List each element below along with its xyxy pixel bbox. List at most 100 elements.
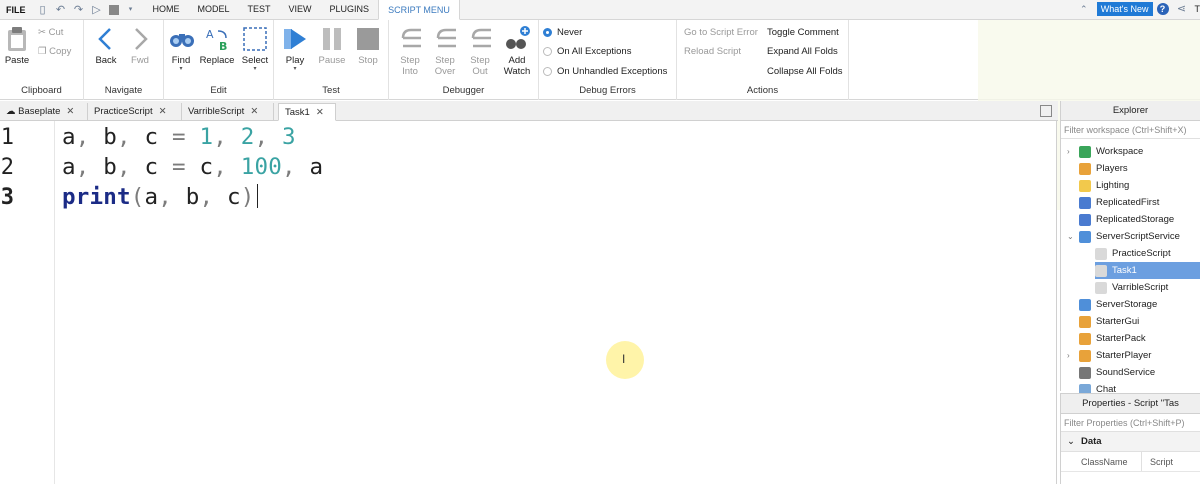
- menu-tab-script-menu[interactable]: SCRIPT MENU: [378, 0, 460, 20]
- add-watch-binoculars-icon: [504, 26, 530, 52]
- tab-label: Baseplate: [18, 106, 61, 117]
- menu-bar: FILE ▯ ↶ ↷ ▷ ▾ HOME MODEL TEST VIEW PLUGINS S…: [0, 0, 1200, 20]
- radio-never[interactable]: [543, 28, 552, 37]
- add-watch-label-2: Watch: [503, 66, 531, 77]
- new-file-icon[interactable]: ▯: [37, 4, 49, 16]
- add-watch-button[interactable]: Add Watch: [501, 26, 533, 77]
- explorer-item-startergui[interactable]: StarterGui: [1067, 313, 1200, 330]
- file-menu[interactable]: FILE: [0, 5, 34, 15]
- replace-label: Replace: [199, 55, 235, 66]
- tab-baseplate[interactable]: ☁ Baseplate ✕: [0, 103, 88, 121]
- collapse-ribbon-icon[interactable]: ⌃: [1078, 3, 1090, 15]
- clipboard-group: Paste ✂ Cut ❐ Copy Clipboard: [0, 20, 84, 100]
- back-button[interactable]: Back: [92, 26, 120, 66]
- explorer-item-serverstorage[interactable]: ServerStorage: [1067, 296, 1200, 313]
- explorer-item-workspace[interactable]: › Workspace: [1067, 143, 1200, 160]
- pause-button[interactable]: Pause: [317, 26, 347, 66]
- menu-tab-view[interactable]: VIEW: [280, 0, 321, 19]
- step-into-label-1: Step: [400, 55, 420, 66]
- explorer-item-serverscriptservice[interactable]: ⌄ ServerScriptService: [1067, 228, 1200, 245]
- explorer-item-label: Lighting: [1096, 180, 1130, 191]
- replicated-first-icon: [1079, 196, 1091, 209]
- code-token: c: [226, 184, 241, 210]
- step-into-button[interactable]: Step Into: [395, 26, 425, 77]
- copy-button[interactable]: ❐ Copy: [38, 46, 71, 57]
- tab-overflow-icon[interactable]: [1040, 105, 1052, 117]
- collapse-all-folds-button[interactable]: Collapse All Folds: [767, 66, 843, 77]
- menu-tab-home[interactable]: HOME: [144, 0, 189, 19]
- play-settings-icon[interactable]: ▷: [91, 4, 103, 16]
- tab-varriblescript[interactable]: VarribleScript ✕: [182, 103, 274, 121]
- cut-button[interactable]: ✂ Cut: [38, 27, 63, 38]
- chevron-down-icon[interactable]: ⌄: [1067, 228, 1079, 245]
- play-button[interactable]: Play ▾: [280, 26, 310, 72]
- user-name[interactable]: T: [1195, 4, 1200, 14]
- explorer-item-label: SoundService: [1096, 367, 1156, 378]
- menu-right: ⌃ What's New ? ⋖ T: [1075, 2, 1200, 16]
- explorer-item-players[interactable]: Players: [1067, 160, 1200, 177]
- tab-practicescript[interactable]: PracticeScript ✕: [88, 103, 182, 121]
- pause-icon: [319, 26, 345, 52]
- svg-text:B: B: [219, 40, 227, 52]
- menu-tab-plugins[interactable]: PLUGINS: [321, 0, 379, 19]
- properties-section-data[interactable]: ⌄ Data: [1061, 432, 1200, 452]
- close-icon[interactable]: ✕: [250, 106, 258, 117]
- radio-on-all-exceptions[interactable]: [543, 47, 552, 56]
- toggle-comment-button[interactable]: Toggle Comment: [767, 27, 839, 38]
- stop-button[interactable]: Stop: [353, 26, 383, 66]
- never-option[interactable]: Never: [543, 27, 582, 38]
- on-all-exceptions-option[interactable]: On All Exceptions: [543, 46, 631, 57]
- explorer-item-soundservice[interactable]: SoundService: [1067, 364, 1200, 381]
- chevron-right-icon[interactable]: ›: [1067, 143, 1079, 160]
- fwd-button[interactable]: Fwd: [126, 26, 154, 66]
- reload-script-button[interactable]: Reload Script: [684, 46, 741, 57]
- undo-icon[interactable]: ↶: [55, 4, 67, 16]
- menu-tab-model[interactable]: MODEL: [189, 0, 239, 19]
- explorer-item-practicescript[interactable]: PracticeScript: [1095, 245, 1200, 262]
- share-icon[interactable]: ⋖: [1176, 3, 1188, 15]
- explorer-item-replicatedfirst[interactable]: ReplicatedFirst: [1067, 194, 1200, 211]
- replace-button[interactable]: AB Replace: [199, 26, 235, 66]
- script-icon: [1095, 247, 1107, 260]
- explorer-item-label: ReplicatedStorage: [1096, 214, 1175, 225]
- explorer-item-replicatedstorage[interactable]: ReplicatedStorage: [1067, 211, 1200, 228]
- expand-all-folds-button[interactable]: Expand All Folds: [767, 46, 838, 57]
- property-row[interactable]: ClassName Script: [1061, 452, 1200, 472]
- close-icon[interactable]: ✕: [159, 106, 167, 117]
- menu-tab-test[interactable]: TEST: [239, 0, 280, 19]
- step-over-button[interactable]: Step Over: [430, 26, 460, 77]
- chevron-right-icon[interactable]: ›: [1067, 347, 1079, 364]
- explorer-item-lighting[interactable]: Lighting: [1067, 177, 1200, 194]
- whats-new-button[interactable]: What's New: [1096, 2, 1153, 16]
- code-line[interactable]: a, b, c = 1, 2, 3: [62, 124, 296, 150]
- tab-task1[interactable]: Task1 ✕: [278, 103, 336, 121]
- svg-text:A: A: [206, 28, 214, 41]
- explorer-item-varriblescript[interactable]: VarribleScript: [1095, 279, 1200, 296]
- radio-on-unhandled-exceptions[interactable]: [543, 67, 552, 76]
- on-unhandled-exceptions-option[interactable]: On Unhandled Exceptions: [543, 66, 667, 77]
- select-button[interactable]: Select ▾: [240, 26, 270, 72]
- code-line[interactable]: print(a, b, c): [62, 184, 259, 210]
- explorer-item-starterpack[interactable]: StarterPack: [1067, 330, 1200, 347]
- customize-dropdown-icon[interactable]: ▾: [125, 4, 137, 16]
- find-label: Find: [171, 55, 191, 66]
- close-icon[interactable]: ✕: [316, 107, 324, 118]
- explorer-item-task1[interactable]: Task1: [1095, 262, 1200, 279]
- go-to-script-error-button[interactable]: Go to Script Error: [684, 27, 758, 38]
- close-icon[interactable]: ✕: [66, 106, 74, 117]
- redo-icon[interactable]: ↷: [73, 4, 85, 16]
- explorer-filter-input[interactable]: Filter workspace (Ctrl+Shift+X): [1061, 121, 1200, 139]
- stop-square-icon[interactable]: [108, 4, 119, 15]
- explorer-item-label: ServerStorage: [1096, 299, 1158, 310]
- step-into-icon: [397, 26, 423, 52]
- properties-filter-input[interactable]: Filter Properties (Ctrl+Shift+P): [1061, 414, 1200, 432]
- script-editor[interactable]: 123 a, b, c = 1, 2, 3 a, b, c = c, 100, a…: [0, 121, 1057, 484]
- explorer-item-starterplayer[interactable]: › StarterPlayer: [1067, 347, 1200, 364]
- help-icon[interactable]: ?: [1156, 3, 1169, 15]
- code-line[interactable]: a, b, c = c, 100, a: [62, 154, 323, 180]
- step-out-button[interactable]: Step Out: [465, 26, 495, 77]
- paste-button[interactable]: Paste: [4, 26, 30, 66]
- find-button[interactable]: Find ▾: [166, 26, 196, 72]
- paste-label: Paste: [4, 55, 30, 66]
- code-token: ,: [75, 124, 104, 150]
